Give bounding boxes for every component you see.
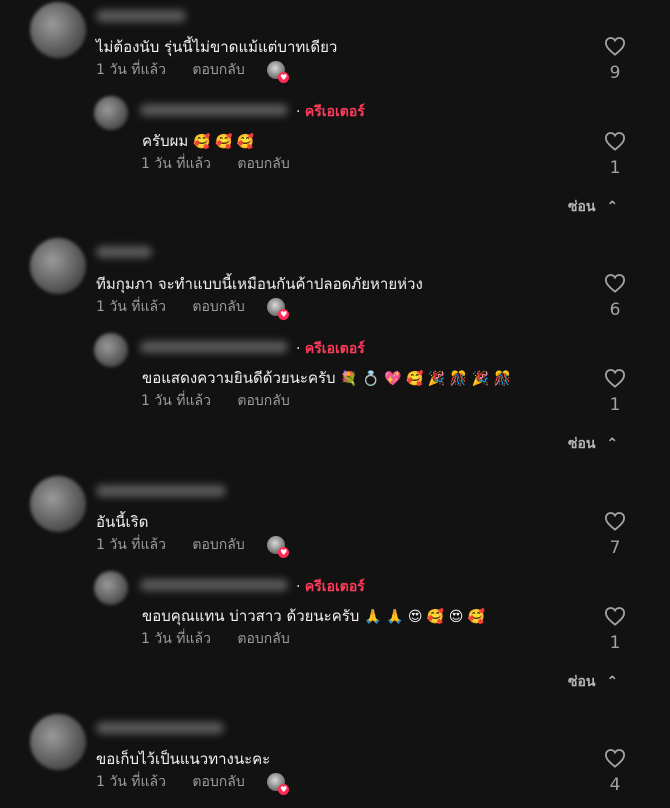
comment-meta: 1 วัน ที่แล้ว ตอบกลับ ♥ [96, 534, 290, 558]
comment-meta: 1 วัน ที่แล้ว ตอบกลับ ♥ [96, 771, 290, 795]
reply-text: ขอบคุณแทน บ่าวสาว ด้วยนะครับ [142, 607, 360, 625]
like-heart-icon[interactable] [604, 748, 626, 768]
hide-replies-button[interactable]: ซ่อน ⌃ [568, 671, 618, 693]
comment-time: 1 วัน ที่แล้ว [96, 299, 166, 315]
commenter-name[interactable] [96, 246, 152, 258]
comment-text: อันนี้เริด [96, 513, 149, 531]
chevron-up-icon: ⌃ [606, 199, 619, 215]
creator-tag: · ครีเอเตอร์ [296, 101, 365, 123]
tag-separator: · [296, 579, 301, 595]
creator-label: ครีเอเตอร์ [304, 579, 365, 595]
commenter-avatar[interactable] [30, 2, 86, 58]
reply-text: ขอแสดงความยินดีด้วยนะครับ [142, 369, 336, 387]
heart-icon: ♥ [278, 309, 290, 320]
comment-meta: 1 วัน ที่แล้ว ตอบกลับ ♥ [96, 59, 290, 83]
like-heart-icon[interactable] [604, 368, 626, 388]
creator-avatar[interactable] [94, 333, 128, 367]
commenter-avatar[interactable] [30, 238, 86, 294]
creator-label: ครีเอเตอร์ [304, 104, 365, 120]
reply-button[interactable]: ตอบกลับ [192, 537, 244, 553]
creator-avatar[interactable] [94, 571, 128, 605]
like-count: 7 [609, 538, 621, 558]
comment-text: ทีมกุมภา จะทำแบบนี้เหมือนกันค้าปลอดภัยหา… [96, 275, 423, 293]
commenter-avatar[interactable] [30, 476, 86, 532]
commenter-name[interactable] [96, 722, 224, 734]
comment-text: ไม่ต้องนับ รุ่นนี้ไม่ขาดแม้แต่บาทเดียว [96, 38, 338, 56]
commenter-name[interactable] [96, 10, 186, 22]
reply-meta: 1 วัน ที่แล้ว ตอบกลับ [141, 153, 290, 175]
reply-text-line: ขอแสดงความยินดีด้วยนะครับ 💐 💍 💖 🥰 🎉 🎊 🎉 … [142, 366, 511, 390]
creator-name[interactable] [140, 104, 288, 116]
creator-liked-avatar: ♥ [267, 61, 290, 83]
reply-text: ครับผม [142, 132, 189, 150]
commenter-avatar[interactable] [30, 714, 86, 770]
commenter-name[interactable] [96, 485, 226, 497]
reply-time: 1 วัน ที่แล้ว [141, 393, 211, 409]
reply-text-line: ขอบคุณแทน บ่าวสาว ด้วยนะครับ 🙏 🙏 😍 🥰 😍 🥰 [142, 604, 485, 628]
reply-button[interactable]: ตอบกลับ [192, 299, 244, 315]
reply-meta: 1 วัน ที่แล้ว ตอบกลับ [141, 628, 290, 650]
chevron-up-icon: ⌃ [606, 436, 619, 452]
heart-icon: ♥ [278, 72, 290, 83]
reply-button[interactable]: ตอบกลับ [237, 393, 289, 409]
like-count: 1 [609, 158, 621, 178]
reply-time: 1 วัน ที่แล้ว [141, 631, 211, 647]
like-heart-icon[interactable] [604, 606, 626, 626]
creator-label: ครีเอเตอร์ [304, 341, 365, 357]
reply-text-line: ครับผม 🥰 🥰 🥰 [142, 129, 254, 153]
hide-label: ซ่อน [568, 436, 596, 452]
creator-liked-avatar: ♥ [267, 773, 290, 795]
heart-icon: ♥ [278, 784, 290, 795]
hide-label: ซ่อน [568, 199, 596, 215]
comment-time: 1 วัน ที่แล้ว [96, 774, 166, 790]
comment-time: 1 วัน ที่แล้ว [96, 62, 166, 78]
tag-separator: · [296, 341, 301, 357]
like-heart-icon[interactable] [604, 36, 626, 56]
heart-icon: ♥ [278, 547, 290, 558]
comment-time: 1 วัน ที่แล้ว [96, 537, 166, 553]
creator-liked-avatar: ♥ [267, 298, 290, 320]
like-heart-icon[interactable] [604, 511, 626, 531]
like-heart-icon[interactable] [604, 273, 626, 293]
reply-meta: 1 วัน ที่แล้ว ตอบกลับ [141, 390, 290, 412]
chevron-up-icon: ⌃ [606, 674, 619, 690]
comment-meta: 1 วัน ที่แล้ว ตอบกลับ ♥ [96, 296, 290, 320]
like-heart-icon[interactable] [604, 131, 626, 151]
like-count: 6 [609, 300, 621, 320]
reply-emojis: 🥰 🥰 🥰 [193, 134, 255, 150]
hide-replies-button[interactable]: ซ่อน ⌃ [568, 196, 618, 218]
hide-label: ซ่อน [568, 674, 596, 690]
reply-button[interactable]: ตอบกลับ [192, 62, 244, 78]
tag-separator: · [296, 104, 301, 120]
reply-emojis: 🙏 🙏 😍 🥰 😍 🥰 [364, 609, 486, 625]
like-count: 9 [609, 63, 621, 83]
reply-button[interactable]: ตอบกลับ [192, 774, 244, 790]
reply-button[interactable]: ตอบกลับ [237, 631, 289, 647]
reply-button[interactable]: ตอบกลับ [237, 156, 289, 172]
like-count: 4 [609, 775, 621, 795]
creator-avatar[interactable] [94, 96, 128, 130]
creator-tag: · ครีเอเตอร์ [296, 576, 365, 598]
creator-name[interactable] [140, 579, 288, 591]
hide-replies-button[interactable]: ซ่อน ⌃ [568, 433, 618, 455]
creator-liked-avatar: ♥ [267, 536, 290, 558]
creator-tag: · ครีเอเตอร์ [296, 338, 365, 360]
reply-emojis: 💐 💍 💖 🥰 🎉 🎊 🎉 🎊 [340, 371, 511, 387]
creator-name[interactable] [140, 341, 288, 353]
like-count: 1 [609, 633, 621, 653]
reply-time: 1 วัน ที่แล้ว [141, 156, 211, 172]
comment-text: ขอเก็บไว้เป็นแนวทางนะคะ [96, 750, 271, 768]
like-count: 1 [609, 395, 621, 415]
